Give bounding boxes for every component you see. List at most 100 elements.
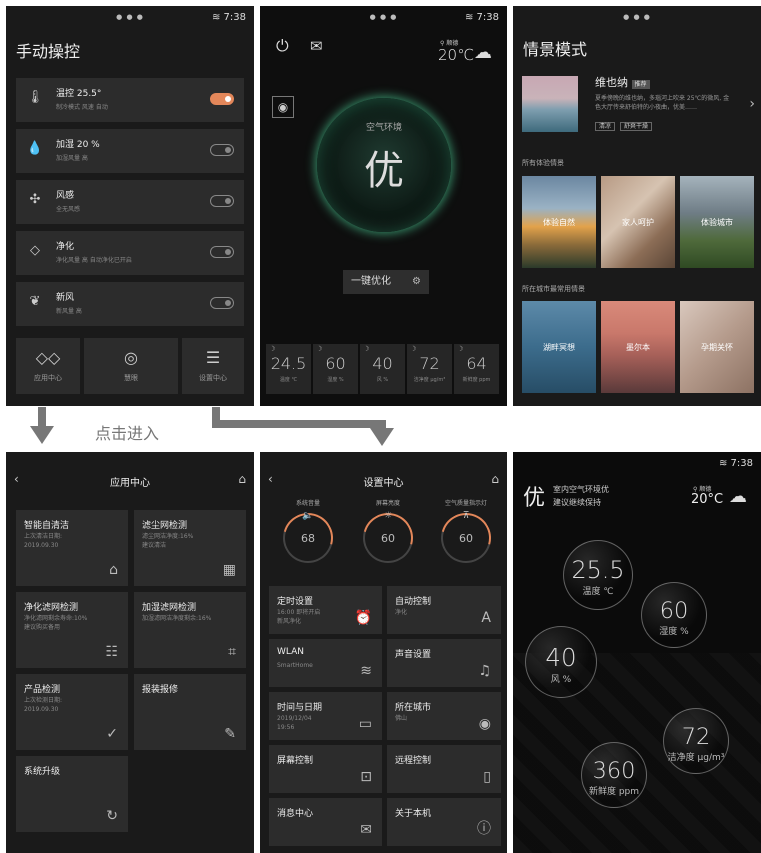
card-title: 关于本机 [395, 809, 432, 819]
card-title: 定时设置 [277, 597, 314, 607]
air-environment-screen: ● ● ● ≋ 7:38 ⏻ ✉ ⚲ 顺德 20℃ ☁ ◉ 空气环境 优 一键优… [260, 6, 507, 406]
card-title: 加湿滤网检测 [142, 603, 197, 613]
stat-label: 温度 ℃ [279, 377, 298, 383]
setting-card-2[interactable]: WLAN SmartHome ≋ [269, 639, 382, 687]
scene-nature[interactable]: 体验自然 [522, 176, 596, 268]
dial-label: 空气质量指示灯 [444, 500, 487, 507]
humidify-control-row[interactable]: 💧 加湿 20 % 加湿风量 高 [16, 129, 244, 173]
featured-title[interactable]: 维也纳 推荐 [595, 74, 650, 90]
scene-pregnancy-care[interactable]: 孕期关怀 [680, 301, 754, 393]
bubble-label: 新鲜度 ppm [588, 786, 640, 797]
stat-label: 风 % [376, 377, 389, 383]
status-time: 7:38 [223, 12, 246, 23]
camera-icon[interactable]: ◉ [272, 96, 294, 118]
setting-card-0[interactable]: 定时设置 16:00 即将开启 新风净化 ⏰ [269, 586, 382, 634]
scene-melbourne[interactable]: 墨尔本 [601, 301, 675, 393]
wind-feel-control-row[interactable]: ✣ 风感 全无风感 [16, 180, 244, 224]
card-subtitle: 上次清洁日期: 2019.09.30 [24, 533, 63, 549]
featured-desc: 夏季傍晚的维也纳，多瑙河上吹来 25℃的微风, 金色大厅传来舒伯特的小夜曲，优美… [595, 95, 730, 111]
scene-family[interactable]: 家人呵护 [601, 176, 675, 268]
stat-box[interactable]: ☽ 60 湿度 % [313, 344, 358, 394]
wrench-house-icon: ✎ [224, 726, 236, 742]
purify-control-row[interactable]: ◇ 净化 净化风量 高 自动净化已开启 [16, 231, 244, 275]
card-title: 智能自清洁 [24, 521, 70, 531]
setting-card-9[interactable]: 关于本机 ⓘ [387, 798, 501, 846]
setting-card-1[interactable]: 自动控制 净化 A [387, 586, 501, 634]
stat-value: 72 [419, 354, 440, 373]
card-subtitle: 净化滤网剩余寿命:10% 建议购买备用 [24, 615, 88, 631]
bubble-label: 湿度 % [659, 626, 689, 637]
stat-box[interactable]: ☽ 72 洁净度 μg/m³ [407, 344, 452, 394]
mail-icon[interactable]: ✉ [310, 37, 323, 55]
home-icon[interactable]: ⌂ [238, 472, 246, 486]
purify-filter-card[interactable]: 净化滤网检测 净化滤网剩余寿命:10% 建议购买备用 ☷ [16, 592, 128, 668]
setting-card-4[interactable]: 时间与日期 2019/12/04 19:56 ▭ [269, 692, 382, 740]
card-title: 所在城市 [395, 703, 432, 713]
fresh-air-toggle[interactable] [210, 297, 234, 309]
row-subtitle: 净化风量 高 自动净化已开启 [56, 257, 132, 264]
install-repair-card[interactable]: 报装报修 ✎ [134, 674, 246, 750]
bubble-value: 60 [659, 597, 689, 624]
setting-icon: ▭ [358, 716, 372, 732]
scene-lake-meditation[interactable]: 湖畔冥想 [522, 301, 596, 393]
one-click-optimize-button[interactable]: 一键优化 ⚙ [343, 270, 429, 294]
bubble-4[interactable]: 360 新鲜度 ppm [581, 742, 647, 808]
row-title: 温控 25.5° [56, 89, 102, 99]
bubble-1[interactable]: 60 湿度 % [641, 582, 707, 648]
purify-toggle[interactable] [210, 246, 234, 258]
bubble-0[interactable]: 25.5 温度 ℃ [563, 540, 633, 610]
dial-1[interactable]: 屏幕亮度 ☼ 60 [353, 498, 423, 580]
self-clean-card[interactable]: 智能自清洁 上次清洁日期: 2019.09.30 ⌂ [16, 510, 128, 586]
fresh-air-control-row[interactable]: ❦ 新风 新风量 高 [16, 282, 244, 326]
app-center-tile[interactable]: ◇◇ 应用中心 [16, 338, 80, 394]
tag: 舒爽干燥 [619, 122, 652, 131]
smart-eye-tile[interactable]: ◎ 慧眼 [84, 338, 178, 394]
settings-center-tile[interactable]: ☰ 设置中心 [182, 338, 244, 394]
wind-feel-toggle[interactable] [210, 195, 234, 207]
row-title: 风感 [56, 191, 75, 201]
featured-scene-image[interactable] [522, 76, 578, 132]
row-title: 加湿 20 % [56, 140, 100, 150]
product-check-card[interactable]: 产品检测 上次检测日期: 2019.09.30 ✓ [16, 674, 128, 750]
chevron-right-icon[interactable]: › [749, 96, 755, 112]
setting-icon: ✉ [360, 822, 372, 838]
home-icon[interactable]: ⌂ [491, 472, 499, 486]
leaf-icon: ❦ [29, 294, 41, 309]
setting-card-8[interactable]: 消息中心 ✉ [269, 798, 382, 846]
stat-box[interactable]: ☽ 40 风 % [360, 344, 405, 394]
dial-icon: 🔈 [302, 511, 314, 521]
section-title: 所在城市最常用情景 [522, 285, 585, 293]
ring-label: 空气环境 [365, 123, 402, 133]
setting-card-7[interactable]: 远程控制 ▯ [387, 745, 501, 793]
humidify-toggle[interactable] [210, 144, 234, 156]
stat-label: 湿度 % [327, 377, 344, 383]
card-subtitle: 滤尘网洁净度:16% 建议清洁 [142, 533, 194, 549]
setting-card-6[interactable]: 屏幕控制 ⊡ [269, 745, 382, 793]
power-icon[interactable]: ⏻ [276, 36, 289, 56]
bubble-value: 72 [681, 723, 711, 750]
dial-label: 系统音量 [295, 500, 320, 507]
system-upgrade-card[interactable]: 系统升级 ↻ [16, 756, 128, 832]
stat-box[interactable]: ☽ 24.5 温度 ℃ [266, 344, 311, 394]
scene-city[interactable]: 体验城市 [680, 176, 754, 268]
setting-card-5[interactable]: 所在城市 佛山 ◉ [387, 692, 501, 740]
purify-filter-icon: ☷ [105, 644, 118, 660]
tile-label: 慧眼 [124, 374, 138, 382]
moon-icon: ☽ [457, 345, 464, 353]
humidify-filter-card[interactable]: 加湿滤网检测 加湿滤网洁净度剩余:16% ⌗ [134, 592, 246, 668]
dial-value: 68 [301, 532, 315, 545]
row-subtitle: 全无风感 [56, 206, 81, 213]
setting-icon: ◉ [478, 716, 491, 732]
dial-0[interactable]: 系统音量 🔈 68 [273, 498, 343, 580]
dust-filter-card[interactable]: 滤尘网检测 滤尘网洁净度:16% 建议清洁 ▦ [134, 510, 246, 586]
stat-box[interactable]: ☽ 64 新鲜度 ppm [454, 344, 499, 394]
bubble-value: 40 [545, 642, 577, 672]
temperature-control-row[interactable]: 🌡 温控 25.5° 制冷模式 风速 自动 [16, 78, 244, 122]
bubble-2[interactable]: 40 风 % [525, 626, 597, 698]
setting-card-3[interactable]: 声音设置 ♫ [387, 639, 501, 687]
weather-temp: 20°C [691, 492, 724, 507]
down-arrow-head [370, 428, 394, 446]
dial-2[interactable]: 空气质量指示灯 ⊼ 60 [431, 498, 501, 580]
bubble-3[interactable]: 72 洁净度 μg/m³ [663, 708, 729, 774]
temperature-toggle[interactable] [210, 93, 234, 105]
